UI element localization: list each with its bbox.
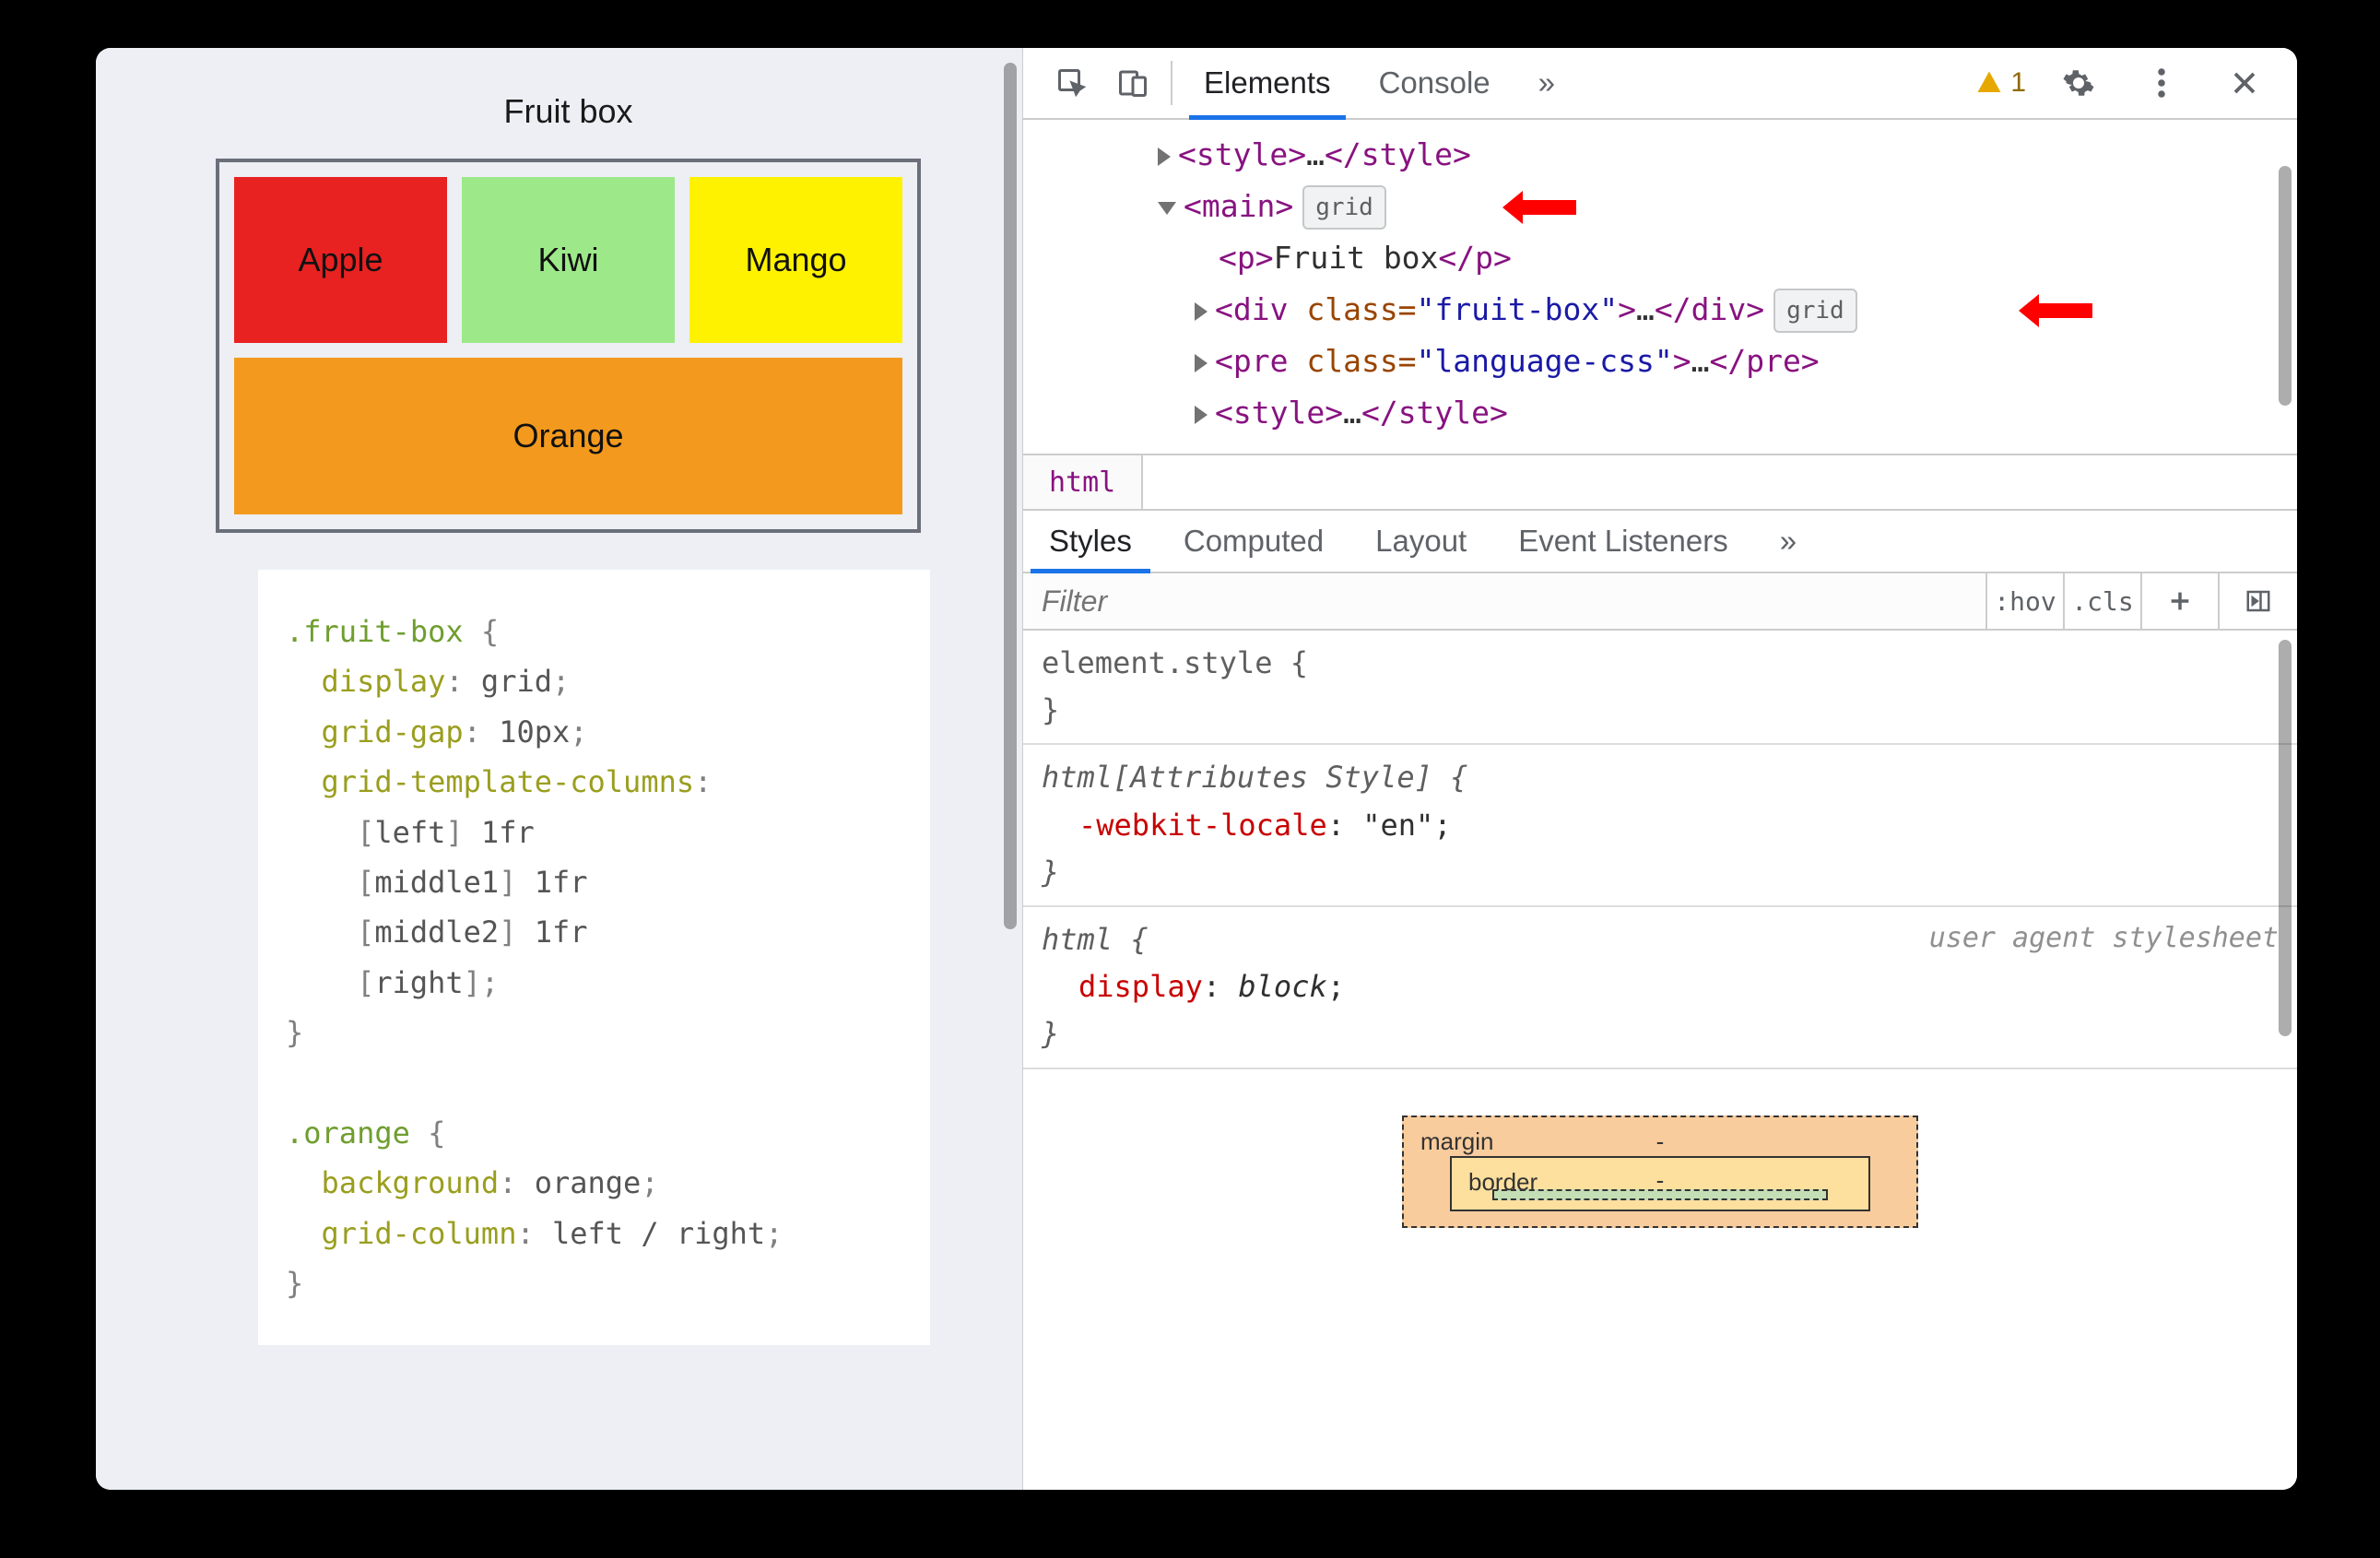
styles-filter-row: :hov .cls [1023,573,2297,631]
rule-html-ua[interactable]: user agent stylesheet html { display: bl… [1023,907,2297,1069]
page-content-pane: Fruit box Apple Kiwi Mango Orange .fruit… [96,48,1022,1490]
device-toolbar-icon[interactable] [1102,48,1163,118]
grid-badge[interactable]: grid [1773,289,1857,333]
elements-tree[interactable]: <style>…</style> <main>grid <p>Fruit box… [1023,120,2297,454]
element-node-main[interactable]: <main>grid [1060,181,2297,232]
toggle-sidebar-icon[interactable] [2220,573,2297,629]
devtools-toolbar: Elements Console » 1 [1023,48,2297,120]
cls-button[interactable]: .cls [2065,573,2142,629]
devtools-panel: Elements Console » 1 [1022,48,2297,1490]
element-node-p[interactable]: <p>Fruit box</p> [1060,232,2297,284]
tab-more[interactable]: » [1514,48,1579,118]
fruit-mango: Mango [689,177,902,343]
styles-filter-input[interactable] [1023,573,1987,629]
elements-breadcrumb: html [1023,454,2297,511]
element-node-style-2[interactable]: <style>…</style> [1060,387,2297,439]
fruit-box-container: Apple Kiwi Mango Orange [216,159,921,533]
close-icon[interactable] [2214,69,2275,97]
box-model-diagram[interactable]: margin - border - [1402,1115,1918,1228]
element-node-div[interactable]: <div class="fruit-box">…</div>grid [1060,284,2297,336]
subtab-computed[interactable]: Computed [1158,511,1349,572]
settings-icon[interactable] [2048,66,2109,100]
content-scrollbar[interactable] [1004,63,1017,1473]
warning-badge[interactable]: 1 [1975,67,2026,99]
page-title: Fruit box [216,92,921,131]
box-model-border-top-value: - [1656,1162,1665,1200]
new-rule-button[interactable] [2142,573,2220,629]
devtools-window: Fruit box Apple Kiwi Mango Orange .fruit… [96,48,2297,1490]
fruit-orange: Orange [234,358,902,514]
subtab-layout[interactable]: Layout [1349,511,1492,572]
fruit-box-grid: Apple Kiwi Mango Orange [234,177,902,514]
element-node-pre[interactable]: <pre class="language-css">…</pre> [1060,336,2297,387]
grid-badge[interactable]: grid [1302,185,1386,230]
devtools-tabs: Elements Console » [1180,48,1579,118]
subtab-event-listeners[interactable]: Event Listeners [1492,511,1753,572]
tab-console[interactable]: Console [1355,48,1514,118]
rule-element-style[interactable]: element.style { } [1023,631,2297,745]
inspect-element-icon[interactable] [1042,48,1102,118]
css-code-block: .fruit-box { display: grid; grid-gap: 10… [258,570,930,1345]
hov-button[interactable]: :hov [1987,573,2065,629]
subtab-more[interactable]: » [1754,511,1822,572]
fruit-kiwi: Kiwi [462,177,675,343]
rule-html-attributes[interactable]: html[Attributes Style] { -webkit-locale:… [1023,745,2297,907]
styles-body[interactable]: element.style { } html[Attributes Style]… [1023,631,2297,1490]
rule-source-label: user agent stylesheet [1929,916,2279,961]
styles-subtabs: Styles Computed Layout Event Listeners » [1023,511,2297,573]
elements-scrollbar[interactable] [2279,129,2292,443]
warning-count: 1 [2010,67,2026,99]
styles-scrollbar[interactable] [2279,640,2292,1322]
subtab-styles[interactable]: Styles [1023,511,1158,572]
box-model-border-label: border [1468,1163,1538,1202]
element-node-style[interactable]: <style>…</style> [1060,129,2297,181]
fruit-apple: Apple [234,177,447,343]
breadcrumb-item-html[interactable]: html [1023,455,1143,509]
kebab-menu-icon[interactable] [2131,66,2192,100]
tab-elements[interactable]: Elements [1180,48,1355,118]
